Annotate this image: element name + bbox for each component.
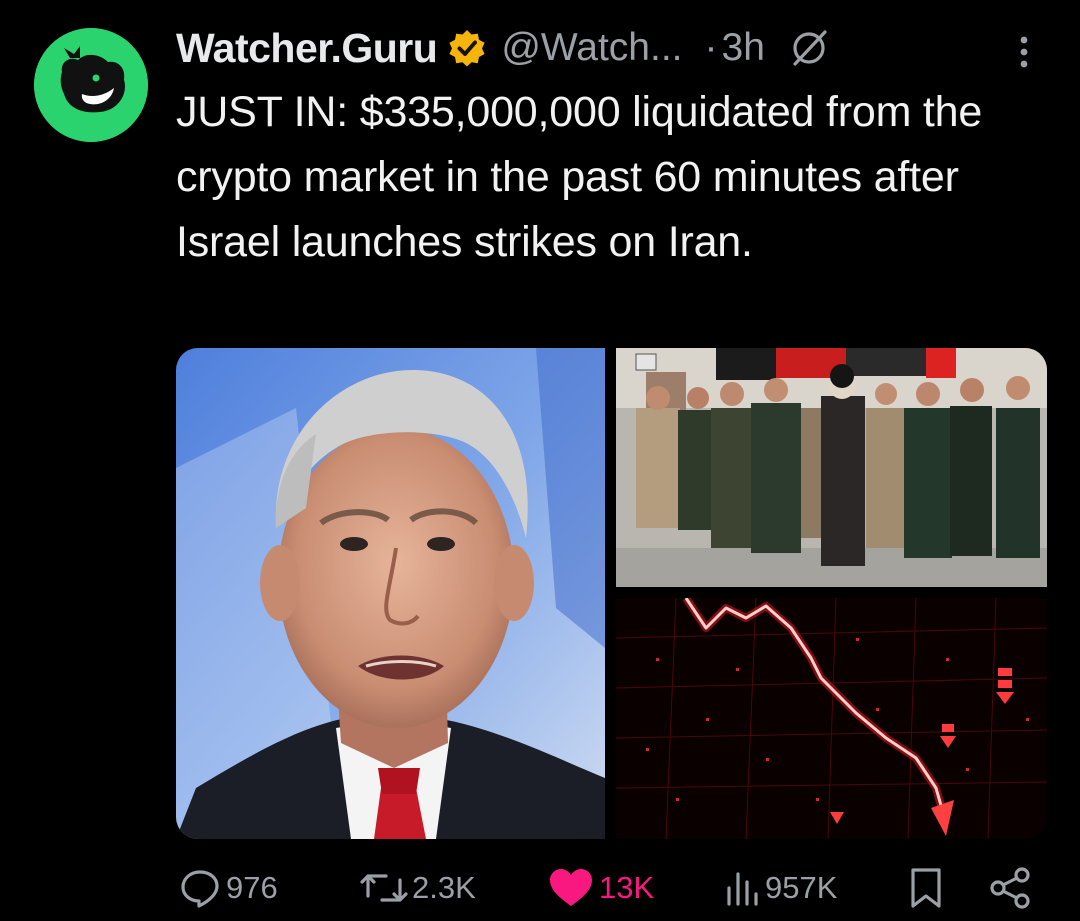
repost-count: 2.3K xyxy=(412,870,476,905)
reply-count: 976 xyxy=(226,870,278,905)
netanyahu-portrait-photo[interactable] xyxy=(176,348,605,839)
bar-chart-icon xyxy=(727,872,758,906)
bookmark-button[interactable] xyxy=(908,862,944,914)
red-crashing-chart-graphic[interactable] xyxy=(616,598,1047,839)
like-count: 13K xyxy=(599,870,655,905)
views-count: 957K xyxy=(765,870,838,905)
tweet-header: Watcher.Guru @Watch... · 3h xyxy=(176,22,829,74)
whale-logo-icon xyxy=(34,28,148,142)
separator-dot: · xyxy=(704,26,718,69)
tweet-text: JUST IN: $335,000,000 liquidated from th… xyxy=(176,88,983,266)
avatar[interactable] xyxy=(34,28,148,142)
reply-button[interactable]: 976 xyxy=(178,862,278,914)
timestamp[interactable]: 3h xyxy=(722,26,765,70)
share-icon xyxy=(990,867,1030,909)
handle[interactable]: @Watch... xyxy=(501,26,682,70)
tweet-actions: 976 2.3K 13K 957K xyxy=(176,862,1036,914)
views-button[interactable]: 957K xyxy=(725,862,837,914)
tweet-card[interactable]: Watcher.Guru @Watch... · 3h JUST IN: $33… xyxy=(0,0,1080,921)
media-grid[interactable] xyxy=(176,348,1047,839)
iranian-military-leaders-photo[interactable] xyxy=(616,348,1047,587)
repost-icon xyxy=(360,874,408,902)
reply-icon xyxy=(181,870,219,908)
share-button[interactable] xyxy=(988,862,1032,914)
more-vertical-icon[interactable] xyxy=(1012,32,1036,72)
display-name[interactable]: Watcher.Guru xyxy=(176,25,438,72)
like-button[interactable]: 13K xyxy=(547,862,654,914)
grok-icon[interactable] xyxy=(789,28,829,68)
bookmark-icon xyxy=(911,868,941,908)
verified-badge-icon[interactable] xyxy=(447,28,487,68)
repost-button[interactable]: 2.3K xyxy=(360,862,476,914)
heart-filled-icon xyxy=(550,869,592,906)
